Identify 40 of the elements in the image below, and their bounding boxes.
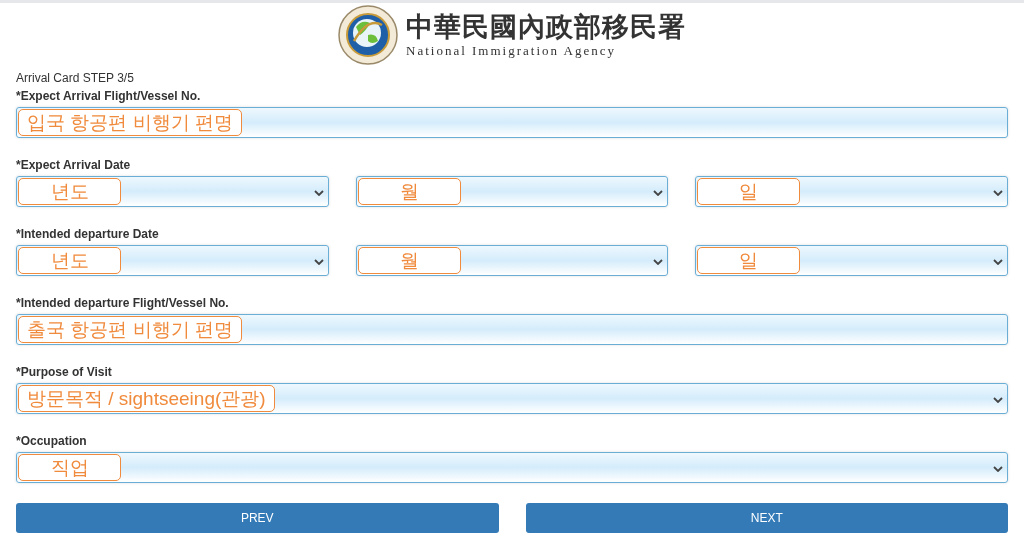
chevron-down-icon: [313, 259, 324, 265]
annotation-label: 방문목적 / sightseeing(관광): [18, 385, 275, 412]
field-label: *Expect Arrival Date: [16, 158, 132, 172]
select-field[interactable]: 일: [695, 176, 1008, 207]
annotation-label: 입국 항공편 비행기 편명: [18, 109, 242, 136]
nav-button[interactable]: NEXT: [525, 503, 1008, 533]
agency-subtitle: National Immigration Agency: [406, 43, 617, 59]
select-field[interactable]: 직업: [16, 452, 1008, 483]
chevron-down-icon: [993, 397, 1003, 403]
chevron-down-icon: [993, 259, 1003, 265]
annotation-label: 일: [697, 178, 801, 205]
select-field[interactable]: 방문목적 / sightseeing(관광): [16, 383, 1008, 414]
chevron-down-icon: [993, 190, 1003, 196]
annotation-label: 월: [357, 178, 461, 205]
select-field[interactable]: 일: [695, 245, 1008, 276]
chevron-down-icon: [993, 466, 1003, 472]
select-field[interactable]: 월: [355, 176, 669, 207]
field-label: *Expect Arrival Flight/Vessel No.: [16, 89, 202, 103]
select-field[interactable]: 년도: [16, 176, 329, 207]
chevron-down-icon: [653, 259, 664, 265]
annotation-label: 출국 항공편 비행기 편명: [18, 316, 242, 343]
input-field[interactable]: 출국 항공편 비행기 편명: [16, 314, 1008, 345]
field-label: *Occupation: [16, 434, 88, 448]
annotation-label: 직업: [18, 454, 121, 481]
annotation-label: 월: [357, 247, 461, 274]
emblem-drawing: [338, 5, 398, 65]
nav-button[interactable]: PREV: [16, 503, 499, 533]
annotation-label: 일: [697, 247, 801, 274]
annotation-label: 년도: [18, 247, 121, 274]
annotation-label: 년도: [18, 178, 121, 205]
field-label: *Intended departure Flight/Vessel No.: [16, 296, 230, 310]
select-field[interactable]: 년도: [16, 245, 329, 276]
input-field[interactable]: 입국 항공편 비행기 편명: [16, 107, 1008, 138]
select-field[interactable]: 월: [355, 245, 669, 276]
field-label: *Purpose of Visit: [16, 365, 113, 379]
agency-title: 中華民國內政部移民署: [406, 11, 686, 43]
field-label: *Intended departure Date: [16, 227, 160, 241]
chevron-down-icon: [653, 190, 664, 196]
step-label: Arrival Card STEP 3/5: [16, 70, 135, 87]
chevron-down-icon: [313, 190, 324, 196]
